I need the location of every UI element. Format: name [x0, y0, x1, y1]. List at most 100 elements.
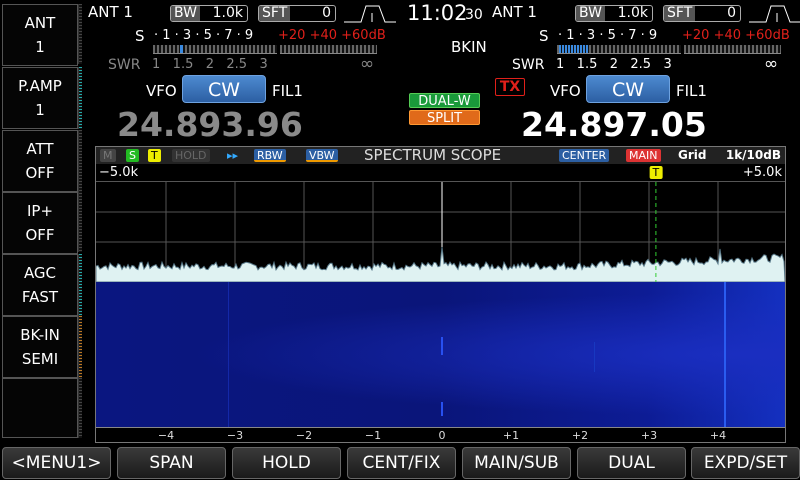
s-scale: · 1 · 3 · 5 · 7 · 9 [558, 28, 658, 43]
bw-value: 1.0k [617, 5, 648, 21]
sidebar-item-value: 1 [35, 38, 45, 56]
sidebar-item-agc[interactable]: AGC FAST [2, 254, 78, 316]
main-bw-box[interactable]: BW 1.0k [170, 5, 248, 22]
swr-scale: 1 1.5 2 2.5 3 [556, 57, 672, 72]
s-meter-label: S [135, 27, 145, 45]
sidebar-item-label: BK-IN [20, 326, 60, 344]
s-meter-fill [559, 45, 589, 53]
swr-infinity: ∞ [360, 54, 375, 74]
axis-tick-label: +4 [709, 429, 727, 442]
main-vfo-label: VFO [146, 82, 177, 100]
right-edge-label: +5.0k [742, 165, 782, 180]
split-badge: SPLIT [409, 110, 480, 126]
button-dual[interactable]: DUAL [577, 447, 686, 479]
axis-tick-label: −1 [364, 429, 382, 442]
dual-watch-badge: DUAL-W [409, 93, 480, 109]
vbw-button[interactable]: VBW [306, 149, 338, 162]
sub-scope-indicator: S [126, 149, 139, 162]
axis-tick-label: 0 [438, 429, 446, 442]
sidebar-item-value: 1 [35, 101, 45, 119]
sub-frequency[interactable]: 24.897.05 [521, 105, 707, 144]
clock-time: 11:02 [407, 1, 468, 25]
tx-marker[interactable]: T [649, 166, 663, 179]
swr-scale: 1 1.5 2 2.5 3 [152, 57, 268, 72]
level-strip [78, 254, 82, 316]
bw-label: BW [171, 6, 200, 21]
button-cent-fix[interactable]: CENT/FIX [347, 447, 456, 479]
sidebar-item-ant[interactable]: ANT 1 [2, 4, 78, 66]
button-hold[interactable]: HOLD [232, 447, 341, 479]
memory-indicator: M [100, 149, 116, 162]
hold-indicator: HOLD [172, 149, 210, 162]
axis-tick-label: +2 [571, 429, 589, 442]
main-frequency[interactable]: 24.893.96 [117, 105, 303, 144]
sub-s-meter-over [684, 45, 781, 54]
sft-value: 0 [322, 5, 331, 21]
main-mode-button[interactable]: CW [182, 75, 266, 103]
axis-tick-label: −4 [157, 429, 175, 442]
sft-value: 0 [727, 5, 736, 21]
tx-indicator: TX [495, 78, 525, 96]
left-edge-label: −5.0k [99, 165, 139, 180]
sft-label: SFT [664, 6, 696, 21]
waterfall-signal [593, 342, 595, 372]
sidebar-item-att[interactable]: ATT OFF [2, 130, 78, 192]
s-meter-label: S [539, 27, 549, 45]
sub-bw-box[interactable]: BW 1.0k [575, 5, 653, 22]
sidebar-item-bk-in[interactable]: BK-IN SEMI [2, 316, 78, 378]
sub-mode-button[interactable]: CW [586, 75, 670, 103]
axis-tick-label: −3 [226, 429, 244, 442]
bkin-indicator: BKIN [451, 38, 487, 56]
sidebar-item-empty[interactable] [2, 378, 78, 438]
waterfall-signal [228, 282, 230, 427]
sub-sft-box[interactable]: SFT 0 [663, 5, 741, 22]
button-span[interactable]: SPAN [117, 447, 226, 479]
s-scale: · 1 · 3 · 5 · 7 · 9 [154, 28, 254, 43]
level-strip [78, 378, 82, 438]
button-expd-set[interactable]: EXPD/SET [691, 447, 800, 479]
filter-shape-icon [749, 5, 800, 23]
axis-tick-label: +3 [640, 429, 658, 442]
button-menu1[interactable]: <MENU1> [2, 447, 111, 479]
spectrum-scope[interactable]: M S T HOLD ▸▸ RBW VBW SPECTRUM SCOPE CEN… [95, 146, 786, 443]
scope-header: M S T HOLD ▸▸ RBW VBW SPECTRUM SCOPE CEN… [96, 147, 785, 164]
sidebar-item-label: P.AMP [18, 77, 62, 95]
waterfall-signal [723, 282, 726, 427]
level-strip [78, 67, 82, 129]
spectrum-trace [96, 246, 785, 282]
waterfall-signal [441, 402, 443, 416]
s-over-scale: +20 +40 +60dB [278, 28, 386, 43]
sidebar-item-label: AGC [23, 264, 57, 282]
scope-title: SPECTRUM SCOPE [364, 146, 502, 164]
sidebar-item-value: SEMI [21, 350, 59, 368]
sidebar-item-label: IP+ [26, 202, 54, 220]
button-main-sub[interactable]: MAIN/SUB [462, 447, 571, 479]
swr-label: SWR [108, 57, 141, 73]
speed-icon: ▸▸ [227, 149, 239, 162]
rbw-button[interactable]: RBW [254, 149, 286, 162]
swr-label: SWR [512, 57, 545, 73]
main-filter-label[interactable]: FIL1 [272, 82, 303, 100]
bw-label: BW [576, 6, 605, 21]
sidebar-item-ip-[interactable]: IP+ OFF [2, 192, 78, 254]
tx-scope-indicator: T [148, 149, 161, 162]
clock-seconds: 30 [465, 7, 483, 23]
waterfall-signal [441, 337, 443, 355]
axis-tick-label: +1 [502, 429, 520, 442]
swr-infinity: ∞ [764, 54, 779, 74]
s-over-scale: +20 +40 +60dB [682, 28, 790, 43]
sidebar-item-p-amp[interactable]: P.AMP 1 [2, 67, 78, 129]
sub-filter-label[interactable]: FIL1 [676, 82, 707, 100]
level-strip [78, 4, 82, 64]
main-s-meter-over [280, 45, 377, 54]
sub-s-meter-bar [557, 45, 681, 54]
axis-tick-label: −2 [295, 429, 313, 442]
sft-label: SFT [259, 6, 291, 21]
bw-value: 1.0k [212, 5, 243, 21]
sub-antenna: ANT 1 [492, 3, 537, 21]
main-sft-box[interactable]: SFT 0 [258, 5, 336, 22]
sidebar-item-value: OFF [25, 164, 55, 182]
scale-label: 1k/10dB [725, 148, 781, 162]
grid-label: Grid [678, 148, 707, 162]
s-meter-fill [180, 45, 183, 53]
